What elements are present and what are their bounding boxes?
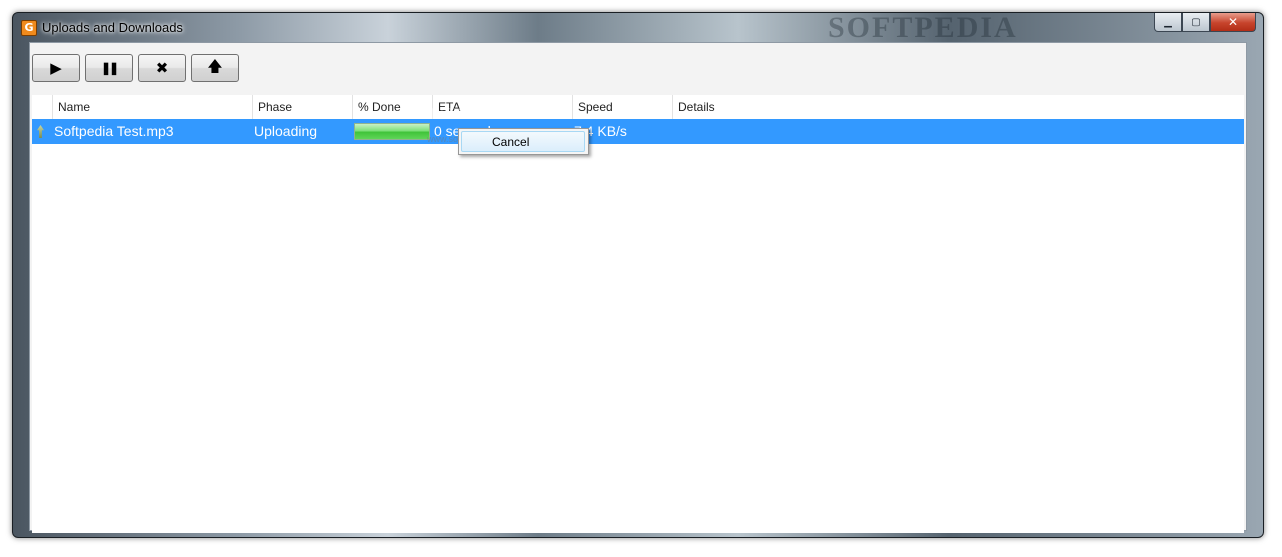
list-watermark: SOFTPEDIA (406, 106, 511, 123)
upload-button[interactable]: 🡅 (191, 54, 239, 82)
uploads-downloads-window: G Uploads and Downloads SOFTPEDIA ▁ ▢ ✕ … (12, 11, 1264, 538)
toolbar: ▶ ❚❚ ✖ 🡅 (32, 54, 239, 82)
context-menu-cancel[interactable]: Cancel (461, 131, 585, 152)
x-icon: ✖ (155, 60, 169, 77)
title-bar[interactable]: G Uploads and Downloads SOFTPEDIA ▁ ▢ ✕ (13, 11, 1263, 44)
caption-buttons: ▁ ▢ ✕ (1154, 13, 1256, 32)
column-header-details[interactable]: Details (672, 95, 1244, 119)
column-header-speed[interactable]: Speed (572, 95, 672, 119)
window-title: Uploads and Downloads (42, 20, 183, 35)
list-header: Name Phase % Done ETA Speed Details (32, 95, 1244, 119)
context-menu: Cancel (458, 128, 589, 155)
pause-button[interactable]: ❚❚ (85, 54, 133, 82)
row-name: Softpedia Test.mp3 (54, 123, 174, 139)
minimize-button[interactable]: ▁ (1154, 13, 1182, 32)
up-arrow-icon: 🡅 (207, 57, 223, 75)
app-icon: G (21, 20, 37, 36)
column-header-phase[interactable]: Phase (252, 95, 352, 119)
transfer-list[interactable]: Name Phase % Done ETA Speed Details Soft… (32, 95, 1244, 533)
row-phase: Uploading (254, 123, 318, 139)
transfer-row[interactable]: Softpedia Test.mp3 Uploading 0 seconds 7… (32, 119, 1244, 144)
play-icon: ▶ (50, 60, 62, 77)
progress-bar (354, 123, 430, 140)
start-button[interactable]: ▶ (32, 54, 80, 82)
softpedia-watermark: SOFTPEDIA (828, 11, 1018, 44)
pause-icon: ❚❚ (100, 61, 119, 75)
column-header-name[interactable]: Name (52, 95, 252, 119)
cancel-transfer-button[interactable]: ✖ (138, 54, 186, 82)
upload-arrow-icon (37, 125, 44, 138)
client-area: ▶ ❚❚ ✖ 🡅 Name Phase % Done ETA Speed Det… (29, 42, 1247, 533)
progress-fill (355, 124, 429, 139)
close-button[interactable]: ✕ (1210, 13, 1256, 32)
maximize-button[interactable]: ▢ (1182, 13, 1210, 32)
